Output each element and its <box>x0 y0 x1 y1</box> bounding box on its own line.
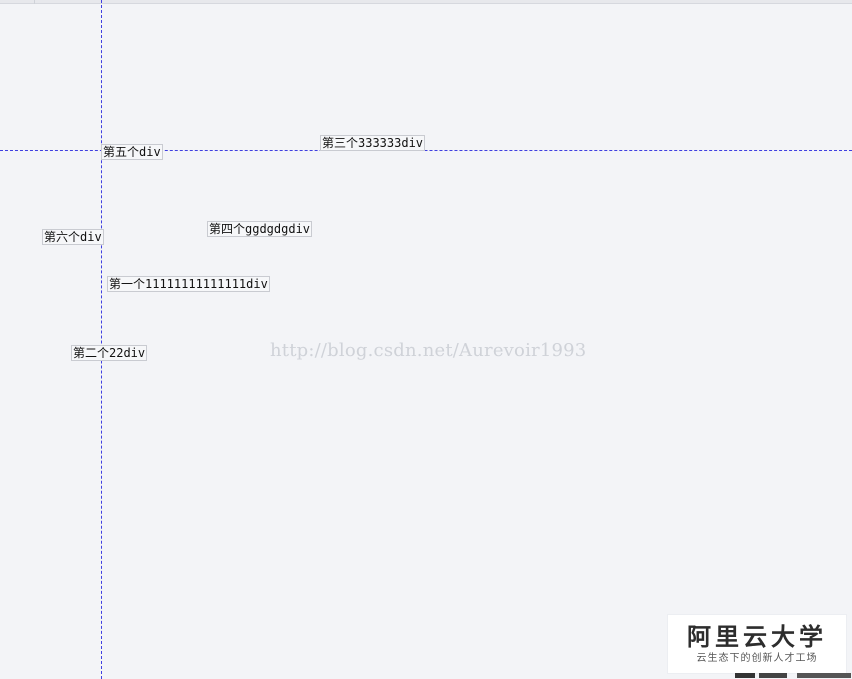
logo-subtitle: 云生态下的创新人才工场 <box>696 653 818 664</box>
first-div-box[interactable]: 第一个11111111111111div <box>107 276 270 292</box>
aliyun-university-logo: 阿里云大学 云生态下的创新人才工场 <box>668 615 846 673</box>
fifth-div-box[interactable]: 第五个div <box>101 144 163 160</box>
fourth-div-box[interactable]: 第四个ggdgdgdiv <box>207 221 313 237</box>
vertical-guide-line <box>101 0 102 679</box>
blog-watermark: http://blog.csdn.net/Aurevoir1993 <box>270 340 587 361</box>
third-div-box[interactable]: 第三个333333div <box>320 135 426 151</box>
logo-title: 阿里云大学 <box>687 623 827 651</box>
second-div-box[interactable]: 第二个22div <box>71 345 148 361</box>
bottom-edge-fragment <box>735 673 851 678</box>
top-toolbar-strip <box>0 0 852 4</box>
sixth-div-box[interactable]: 第六个div <box>42 229 104 245</box>
toolbar-separator <box>34 0 35 4</box>
